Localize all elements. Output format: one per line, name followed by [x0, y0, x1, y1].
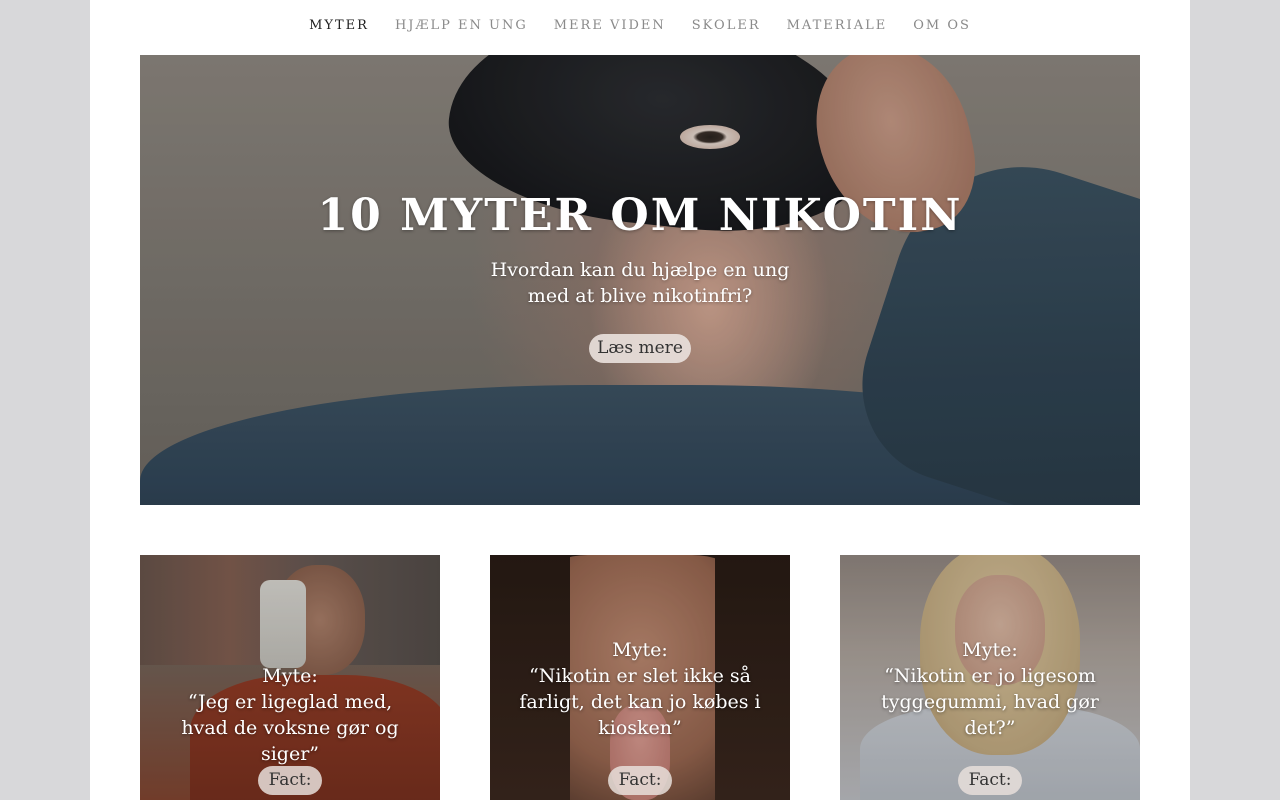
nav-item-mere-viden[interactable]: MERE VIDEN: [554, 18, 666, 33]
myth-text: “Nikotin er slet ikke så farligt, det ka…: [519, 665, 761, 739]
nav-item-myter[interactable]: MYTER: [309, 18, 369, 33]
page-container: MYTER HJÆLP EN UNG MERE VIDEN SKOLER MAT…: [90, 0, 1190, 800]
hero-subtitle: Hvordan kan du hjælpe en ung med at bliv…: [490, 259, 790, 307]
read-more-button[interactable]: Læs mere: [589, 334, 691, 363]
fact-button[interactable]: Fact:: [258, 766, 322, 795]
hero-banner: 10 MYTER OM NIKOTIN Hvordan kan du hjælp…: [140, 55, 1140, 505]
myth-card[interactable]: Myte: “Nikotin er jo ligesom tyggegummi,…: [840, 555, 1140, 800]
myth-label: Myte:: [962, 639, 1018, 661]
hero-title: 10 MYTER OM NIKOTIN: [317, 190, 963, 241]
myth-text: “Nikotin er jo ligesom tyggegummi, hvad …: [881, 665, 1099, 739]
nav-item-materiale[interactable]: MATERIALE: [787, 18, 888, 33]
nav-item-hjaelp-en-ung[interactable]: HJÆLP EN UNG: [395, 18, 528, 33]
main-nav: MYTER HJÆLP EN UNG MERE VIDEN SKOLER MAT…: [90, 0, 1190, 50]
myth-label: Myte:: [262, 665, 318, 687]
myth-card[interactable]: Myte: “Nikotin er slet ikke så farligt, …: [490, 555, 790, 800]
myth-text: “Jeg er ligeglad med, hvad de voksne gør…: [181, 691, 399, 765]
nav-item-om-os[interactable]: OM OS: [913, 18, 971, 33]
fact-button[interactable]: Fact:: [958, 766, 1022, 795]
myth-card[interactable]: Myte: “Jeg er ligeglad med, hvad de voks…: [140, 555, 440, 800]
fact-button[interactable]: Fact:: [608, 766, 672, 795]
nav-item-skoler[interactable]: SKOLER: [692, 18, 761, 33]
myth-label: Myte:: [612, 639, 668, 661]
